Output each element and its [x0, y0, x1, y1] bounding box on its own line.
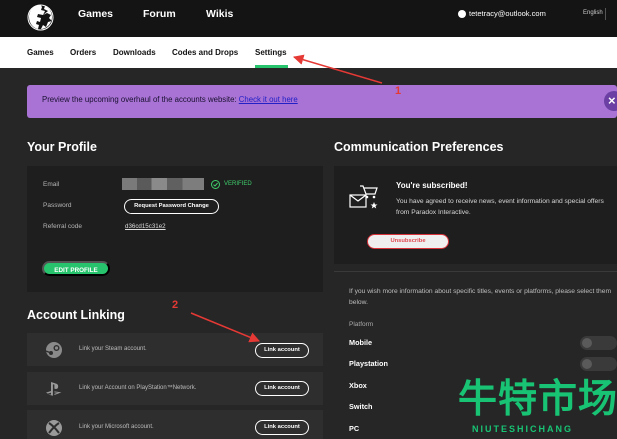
request-password-change-button[interactable]: Request Password Change [124, 199, 219, 214]
platform-xbox: Xbox [349, 381, 367, 390]
email-label: Email [43, 181, 60, 188]
platform-mobile: Mobile [349, 338, 373, 347]
header-divider [605, 8, 606, 20]
subscribed-description: You have agreed to receive news, event i… [396, 198, 604, 216]
watermark-text: NIUTESHICHANG [472, 424, 574, 434]
close-icon[interactable]: × [604, 91, 617, 111]
tab-settings[interactable]: Settings [255, 48, 287, 57]
annotation-marker-2: 2 [172, 299, 179, 311]
banner-link[interactable]: Check it out here [239, 95, 298, 104]
newsletter-cart-icon [349, 185, 378, 209]
platform-label: Platform [349, 321, 374, 328]
tab-downloads[interactable]: Downloads [113, 48, 156, 57]
paradox-logo-icon[interactable] [26, 3, 55, 32]
section-divider [334, 271, 617, 272]
banner-text: Preview the upcoming overhaul of the acc… [42, 95, 239, 104]
communication-heading: Communication Preferences [334, 140, 504, 154]
annotation-marker-1: 1 [395, 85, 402, 97]
xbox-icon [46, 420, 62, 436]
xbox-link-text: Link your Microsoft account. [79, 424, 154, 430]
tab-orders[interactable]: Orders [70, 48, 96, 57]
nav-wikis[interactable]: Wikis [206, 8, 233, 20]
link-xbox-button[interactable]: Link account [255, 420, 309, 435]
steam-link-text: Link your Steam account. [79, 346, 147, 352]
profile-heading: Your Profile [27, 140, 97, 154]
platform-pc: PC [349, 424, 360, 433]
verified-badge: VERIFIED [224, 181, 252, 187]
unsubscribe-button[interactable]: Unsubscribe [367, 234, 449, 249]
edit-profile-button[interactable]: EDIT PROFILE [42, 261, 110, 276]
link-playstation-button[interactable]: Link account [255, 381, 309, 396]
platform-playstation: Playstation [349, 359, 388, 368]
account-status-icon [458, 10, 466, 18]
password-label: Password [43, 202, 72, 209]
playstation-icon [46, 382, 62, 396]
toggle-knob [582, 338, 592, 348]
language-selector[interactable]: English [583, 10, 603, 16]
nav-games[interactable]: Games [78, 8, 113, 20]
referral-code-label: Referral code [43, 223, 83, 230]
mobile-toggle[interactable] [580, 336, 617, 350]
tab-codes-and-drops[interactable]: Codes and Drops [172, 48, 238, 57]
playstation-link-text: Link your Account on PlayStation™Network… [79, 385, 197, 391]
platform-info-text: If you wish more information about speci… [349, 288, 612, 306]
watermark-logo: 牛特市场 [458, 377, 617, 422]
banner-message: Preview the upcoming overhaul of the acc… [42, 95, 298, 104]
verified-check-icon [211, 180, 220, 189]
account-linking-heading: Account Linking [27, 308, 125, 322]
referral-code-value[interactable]: d36cd15c31e2 [125, 223, 166, 230]
active-tab-indicator [255, 65, 288, 68]
email-value-redacted [122, 178, 204, 190]
subscribed-title: You're subscribed! [396, 181, 468, 190]
link-steam-button[interactable]: Link account [255, 343, 309, 358]
platform-switch: Switch [349, 402, 373, 411]
account-tabs: Games Orders Downloads Codes and Drops S… [0, 37, 617, 68]
account-email[interactable]: tetetracy@outlook.com [469, 9, 546, 18]
tab-games[interactable]: Games [27, 48, 54, 57]
steam-icon [45, 342, 62, 358]
top-bar: Games Forum Wikis tetetracy@outlook.com … [0, 0, 617, 37]
nav-forum[interactable]: Forum [143, 8, 176, 20]
